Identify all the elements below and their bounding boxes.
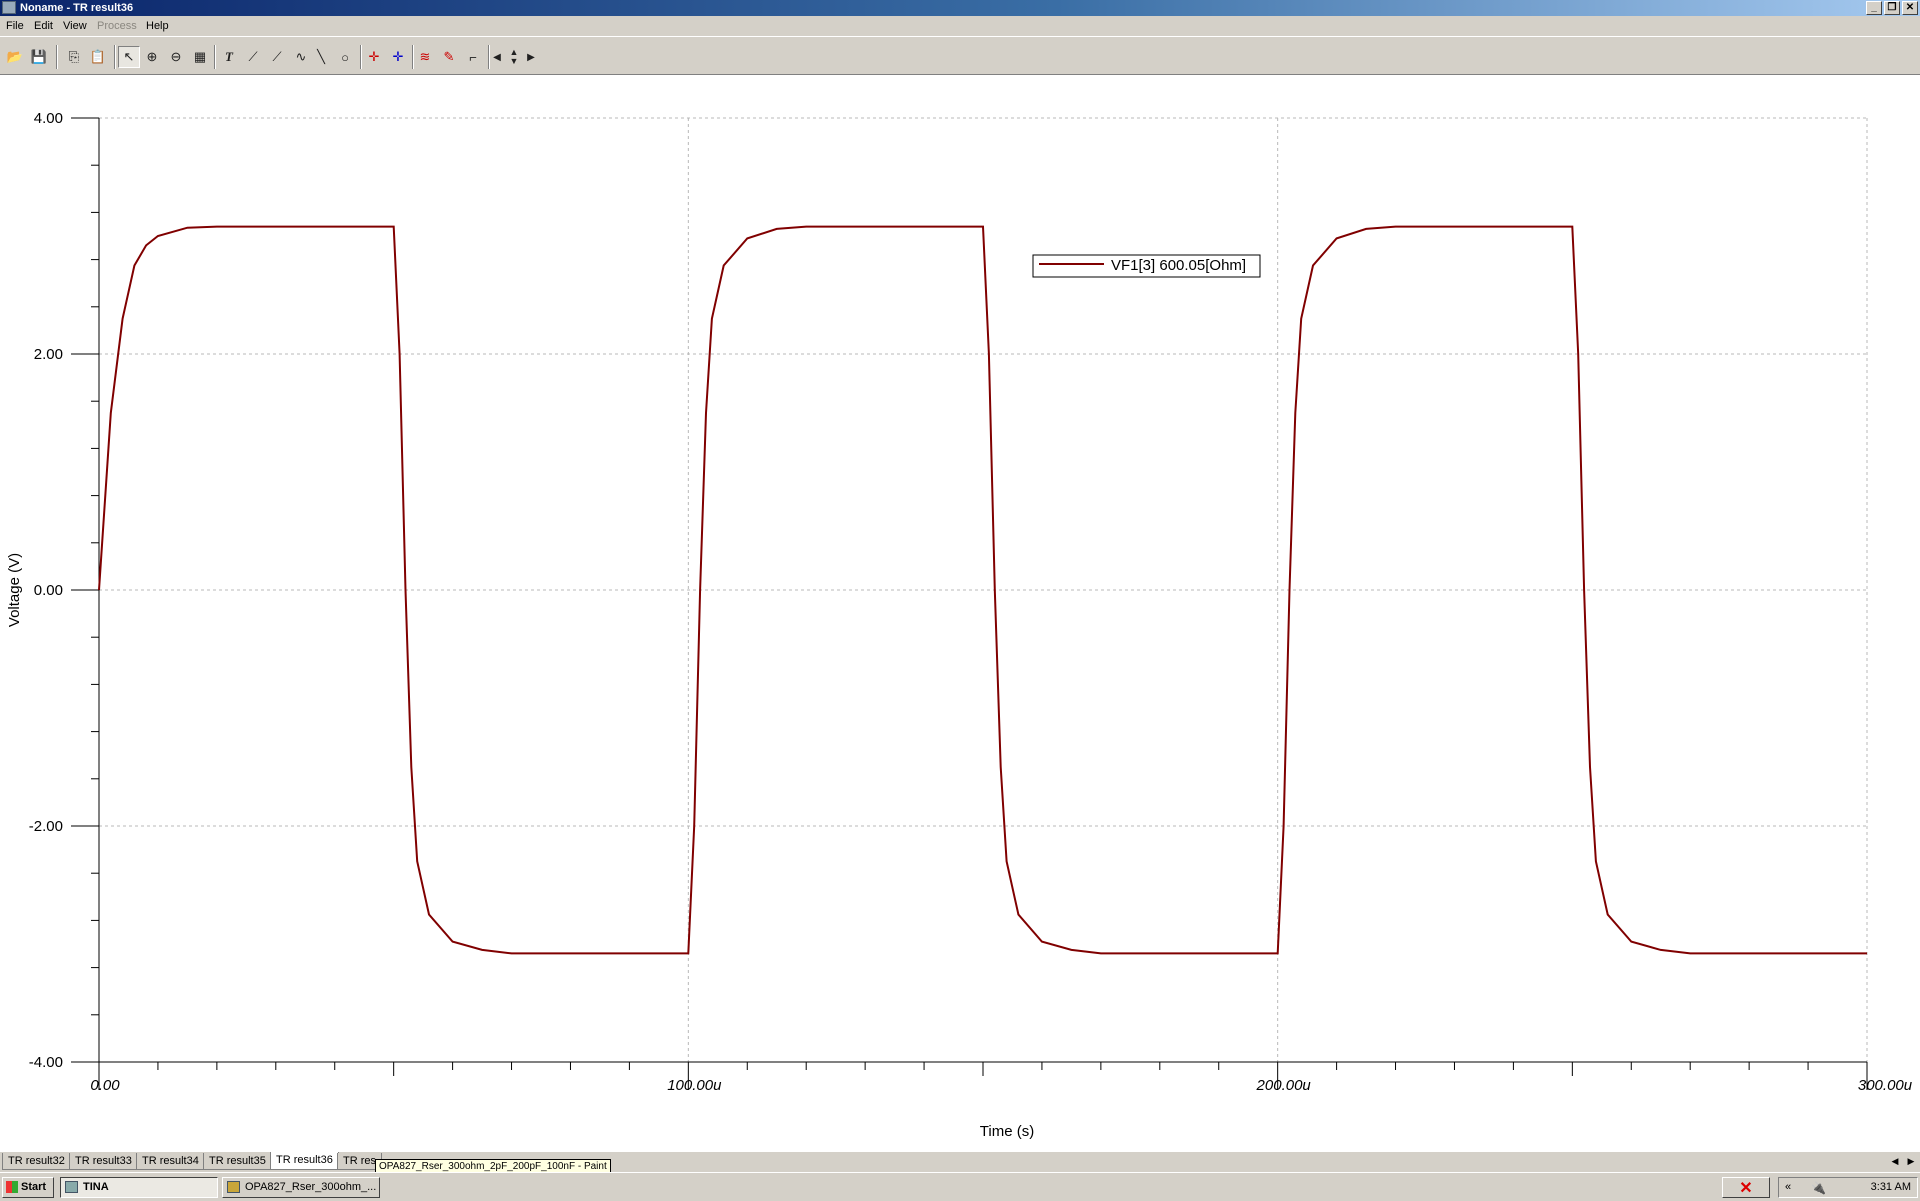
tab-tr-result33[interactable]: TR result33 [69, 1153, 138, 1170]
axis-ticks [71, 117, 1868, 1090]
zoom-in-icon[interactable]: ⊕ [141, 46, 163, 68]
taskbar-item-tina[interactable]: TINA [60, 1177, 218, 1198]
window-controls: _ ❐ ✕ [1866, 1, 1918, 15]
app-icon [2, 1, 16, 14]
tab-tr-result34[interactable]: TR result34 [136, 1153, 205, 1170]
curve-label-icon[interactable]: ⟋ [266, 46, 288, 68]
menu-view[interactable]: View [63, 20, 87, 32]
copy-icon[interactable]: ⎘ [63, 46, 85, 68]
wave-icon[interactable]: ∿ [290, 46, 312, 68]
result-tabs: TR result32 TR result33 TR result34 TR r… [0, 1152, 1920, 1170]
x-tick-label: 300.00u [1858, 1077, 1913, 1094]
arrow-up-down-icon[interactable]: ▲ ▼ [506, 46, 522, 68]
restore-button[interactable]: ❐ [1884, 1, 1900, 15]
window-title: Noname - TR result36 [20, 2, 134, 14]
circle-icon[interactable]: ○ [334, 46, 356, 68]
marker-icon[interactable]: ✎ [438, 46, 460, 68]
x-axis-label: Time (s) [980, 1123, 1034, 1140]
zoom-out-icon[interactable]: ⊖ [165, 46, 187, 68]
cursor-a-icon[interactable]: ✛ [363, 46, 385, 68]
trace-icon[interactable]: ≋ [414, 46, 436, 68]
y-tick-label: 4.00 [34, 110, 63, 127]
open-icon[interactable]: 📂 [4, 46, 26, 68]
arrow-left-icon[interactable]: ◀ [490, 46, 504, 68]
task-label: OPA827_Rser_300ohm_... [245, 1181, 377, 1193]
y-axis-label: Voltage (V) [6, 553, 23, 627]
save-icon[interactable]: 💾 [28, 46, 50, 68]
system-tray: « 🔌 3:31 AM [1778, 1177, 1918, 1198]
y-tick-label: -4.00 [29, 1054, 63, 1071]
legend[interactable]: VF1[3] 600.05[Ohm] [1032, 254, 1261, 278]
menu-file[interactable]: File [6, 20, 24, 32]
tab-tr-result35[interactable]: TR result35 [203, 1153, 272, 1170]
start-button[interactable]: Start [2, 1177, 54, 1198]
toolbar-separator [114, 45, 116, 69]
menu-bar: File Edit View Process Help [0, 16, 1920, 36]
y-tick-label: 0.00 [34, 582, 63, 599]
toolbar: 📂 💾 ⎘ 📋 ↖ ⊕ ⊖ ▦ T ⟋ ⟋ ∿ ╲ ○ ✛ ✛ ≋ ✎ ⌐ ◀ … [0, 36, 1920, 75]
arrow-right-icon[interactable]: ▶ [524, 46, 538, 68]
tab-scroll-left-icon[interactable]: ◀ [1888, 1154, 1902, 1168]
chart[interactable]: 4.00 2.00 0.00 -2.00 -4.00 0.00 100.00u 200.00u… [0, 75, 1920, 1152]
pulse-icon[interactable]: ⌐ [462, 46, 484, 68]
menu-edit[interactable]: Edit [34, 20, 53, 32]
grid-icon[interactable]: ▦ [189, 46, 211, 68]
tab-scroll-right-icon[interactable]: ▶ [1904, 1154, 1918, 1168]
title-bar: Noname - TR result36 _ ❐ ✕ [0, 0, 1920, 16]
x-tick-label: 0.00 [90, 1077, 120, 1094]
y-tick-label: -2.00 [29, 818, 63, 835]
taskbar-item-paint[interactable]: OPA827_Rser_300ohm_... [222, 1177, 380, 1198]
tray-expand-icon[interactable]: « [1785, 1181, 1791, 1193]
tab-scroll: ◀ ▶ [1888, 1154, 1918, 1168]
pointer-icon[interactable]: ↖ [118, 46, 140, 68]
task-label: TINA [83, 1181, 109, 1193]
close-x-icon[interactable]: ✕ [1722, 1177, 1770, 1198]
x-tick-label: 200.00u [1256, 1077, 1312, 1094]
taskbar: Start TINA OPA827_Rser_300ohm_... ✕ « 🔌 … [0, 1172, 1920, 1201]
tina-app-icon [65, 1181, 78, 1193]
tab-tr-result32[interactable]: TR result32 [2, 1153, 71, 1170]
menu-process[interactable]: Process [97, 20, 137, 32]
text-icon[interactable]: T [218, 46, 240, 68]
power-plug-icon[interactable]: 🔌 [1811, 1181, 1826, 1195]
toolbar-separator [56, 45, 58, 69]
line-icon[interactable]: ╲ [310, 46, 332, 68]
cursor-b-icon[interactable]: ✛ [387, 46, 409, 68]
start-label: Start [21, 1181, 47, 1193]
plot-area: 4.00 2.00 0.00 -2.00 -4.00 0.00 100.00u 200.00u… [0, 75, 1920, 1152]
windows-logo-icon [6, 1181, 18, 1193]
toolbar-separator [214, 45, 216, 69]
clock: 3:31 AM [1870, 1181, 1911, 1193]
paste-icon[interactable]: 📋 [87, 46, 109, 68]
grid [99, 117, 1868, 1063]
y-tick-label: 2.00 [34, 346, 63, 363]
menu-help[interactable]: Help [146, 20, 169, 32]
toolbar-separator [360, 45, 362, 69]
tab-tr-result36[interactable]: TR result36 [270, 1152, 339, 1170]
tick-labels: 4.00 2.00 0.00 -2.00 -4.00 0.00 100.00u 200.00u… [29, 110, 1913, 1094]
minimize-button[interactable]: _ [1866, 1, 1882, 15]
legend-label: VF1[3] 600.05[Ohm] [1111, 257, 1246, 274]
close-button[interactable]: ✕ [1902, 1, 1918, 15]
curve-icon[interactable]: ⟋ [242, 46, 264, 68]
paint-app-icon [227, 1181, 240, 1193]
x-tick-label: 100.00u [667, 1077, 722, 1094]
